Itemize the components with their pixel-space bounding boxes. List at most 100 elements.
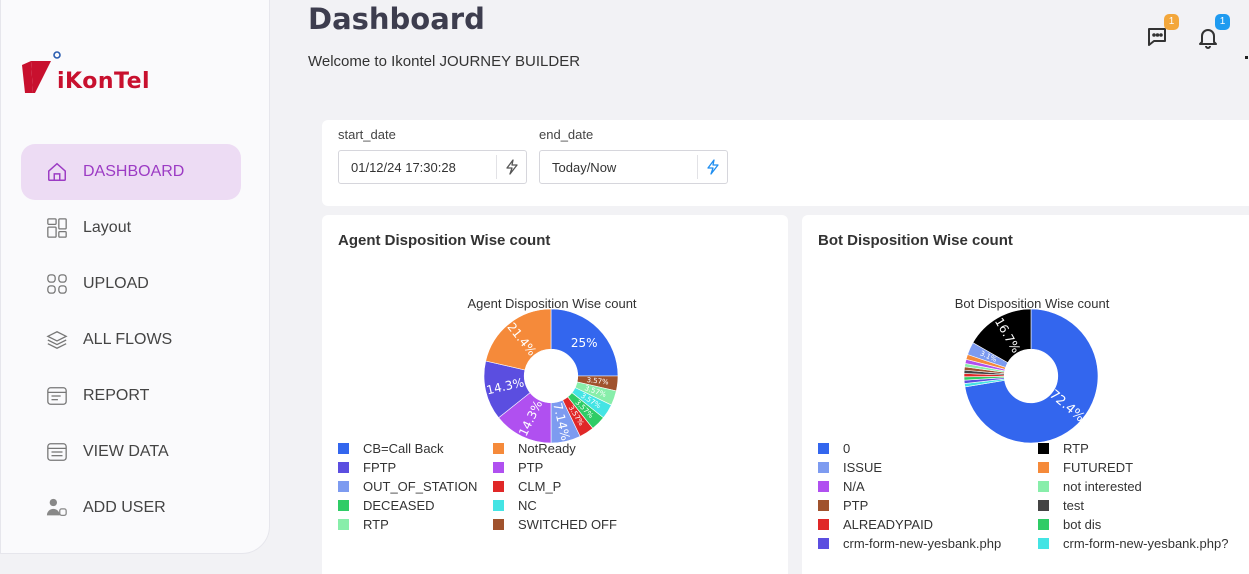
start-date-input[interactable]: 01/12/24 17:30:28 [338, 150, 527, 184]
pie-slice-label: 25% [571, 336, 598, 350]
legend-item[interactable]: CLM_P [493, 479, 561, 494]
sidebar-item-label: REPORT [83, 387, 150, 404]
brand-logo[interactable]: iKonTel [21, 41, 171, 101]
legend-swatch [1038, 481, 1049, 492]
legend-swatch [1038, 538, 1049, 549]
legend-item[interactable]: FUTUREDT [1038, 460, 1133, 475]
legend-item[interactable]: test [1038, 498, 1084, 513]
date-filter-panel: start_date 01/12/24 17:30:28 end_date To… [322, 120, 1249, 206]
start-date-value: 01/12/24 17:30:28 [351, 159, 456, 175]
end-date-value: Today/Now [552, 159, 617, 175]
start-date-field: start_date 01/12/24 17:30:28 [338, 127, 527, 184]
sidebar-item-label: Layout [83, 219, 132, 236]
legend-item[interactable]: DECEASED [338, 498, 435, 513]
sidebar-item-add-user[interactable]: ADD USER [21, 480, 241, 536]
sidebar-item-dashboard[interactable]: DASHBOARD [21, 144, 241, 200]
legend-item[interactable]: FPTP [338, 460, 396, 475]
legend-item[interactable]: crm-form-new-yesbank.php? [1038, 536, 1228, 551]
legend-label: FPTP [363, 460, 397, 475]
legend-swatch [818, 500, 829, 511]
legend-item[interactable]: N/A [818, 479, 865, 494]
legend-item[interactable]: 0 [818, 441, 850, 456]
legend-label: N/A [843, 479, 865, 494]
legend-item[interactable]: ALREADYPAID [818, 517, 933, 532]
legend-item[interactable]: crm-form-new-yesbank.php [818, 536, 1001, 551]
start-date-label: start_date [338, 127, 396, 142]
chat-badge: 1 [1164, 14, 1179, 30]
legend-label: OUT_OF_STATION [363, 479, 478, 494]
legend-swatch [1038, 519, 1049, 530]
legend-item[interactable]: ISSUE [818, 460, 882, 475]
agent-disposition-pie[interactable]: 25%3.57%3.57%3.57%3.57%3.57%7.14%14.3%14… [476, 301, 626, 451]
legend-item[interactable]: RTP [338, 517, 389, 532]
legend-swatch [338, 462, 349, 473]
sidebar-item-view-data[interactable]: VIEW DATA [21, 424, 241, 480]
legend-swatch [338, 519, 349, 530]
legend-swatch [493, 481, 504, 492]
legend-swatch [818, 462, 829, 473]
sidebar-item-report[interactable]: REPORT [21, 368, 241, 424]
sidebar-item-label: DASHBOARD [83, 163, 185, 180]
notifications-button[interactable]: 1 [1196, 14, 1230, 51]
report-icon [45, 384, 69, 408]
legend-item[interactable]: OUT_OF_STATION [338, 479, 477, 494]
welcome-text: Welcome to Ikontel JOURNEY BUILDER [308, 53, 581, 70]
legend-item[interactable]: not interested [1038, 479, 1142, 494]
sidebar-item-layout[interactable]: Layout [21, 200, 241, 256]
legend-label: test [1063, 498, 1084, 513]
bot-disposition-pie[interactable]: 72.4%3.1%16.7% [956, 301, 1106, 451]
lightning-icon[interactable] [496, 155, 526, 179]
legend-label: SWITCHED OFF [518, 517, 617, 532]
legend-label: CLM_P [518, 479, 562, 494]
legend-label: DECEASED [363, 498, 435, 513]
legend-label: not interested [1063, 479, 1142, 494]
sidebar-nav: DASHBOARD Layout UPLOAD ALL FLOWS REPORT [21, 144, 241, 536]
legend-label: ISSUE [843, 460, 883, 475]
legend-label: FUTUREDT [1063, 460, 1134, 475]
brand-name: iKonTel [57, 69, 151, 94]
legend-label: ALREADYPAID [843, 517, 934, 532]
layout-icon [45, 216, 69, 240]
sidebar: iKonTel DASHBOARD Layout UPLOAD ALL FLOW… [0, 0, 270, 554]
legend-item[interactable]: PTP [493, 460, 543, 475]
legend-item[interactable]: CB=Call Back [338, 441, 444, 456]
legend-item[interactable]: bot dis [1038, 517, 1101, 532]
legend-item[interactable]: RTP [1038, 441, 1089, 456]
legend-label: RTP [1063, 441, 1089, 456]
bot-disposition-card: Bot Disposition Wise count Bot Dispositi… [802, 215, 1249, 574]
end-date-label: end_date [539, 127, 594, 142]
lightning-icon[interactable] [697, 155, 727, 179]
chat-button[interactable]: 1 [1145, 14, 1179, 51]
agent-disposition-card: Agent Disposition Wise count Agent Dispo… [322, 215, 788, 574]
legend-swatch [493, 462, 504, 473]
legend-swatch [818, 443, 829, 454]
card-title: Bot Disposition Wise count [818, 232, 1013, 249]
sidebar-item-all-flows[interactable]: ALL FLOWS [21, 312, 241, 368]
legend-label: PTP [843, 498, 869, 513]
legend-item[interactable]: NC [493, 498, 537, 513]
legend-item[interactable]: NotReady [493, 441, 576, 456]
legend-label: RTP [363, 517, 389, 532]
home-icon [45, 160, 69, 184]
legend-swatch [818, 538, 829, 549]
page-title: Dashboard [308, 2, 485, 36]
table-icon [45, 440, 69, 464]
add-user-icon [45, 496, 69, 520]
sidebar-item-upload[interactable]: UPLOAD [21, 256, 241, 312]
legend-item[interactable]: PTP [818, 498, 868, 513]
legend-swatch [493, 500, 504, 511]
sidebar-item-label: UPLOAD [83, 275, 149, 292]
legend-swatch [818, 519, 829, 530]
grid-icon [45, 272, 69, 296]
legend-item[interactable]: SWITCHED OFF [493, 517, 617, 532]
layers-icon [45, 328, 69, 352]
sidebar-item-label: ADD USER [83, 499, 166, 516]
end-date-input[interactable]: Today/Now [539, 150, 728, 184]
legend-swatch [338, 481, 349, 492]
legend-swatch [1038, 443, 1049, 454]
legend-label: PTP [518, 460, 544, 475]
legend-label: CB=Call Back [363, 441, 444, 456]
legend-swatch [493, 519, 504, 530]
scroll-marker [1245, 56, 1248, 59]
legend-swatch [1038, 500, 1049, 511]
